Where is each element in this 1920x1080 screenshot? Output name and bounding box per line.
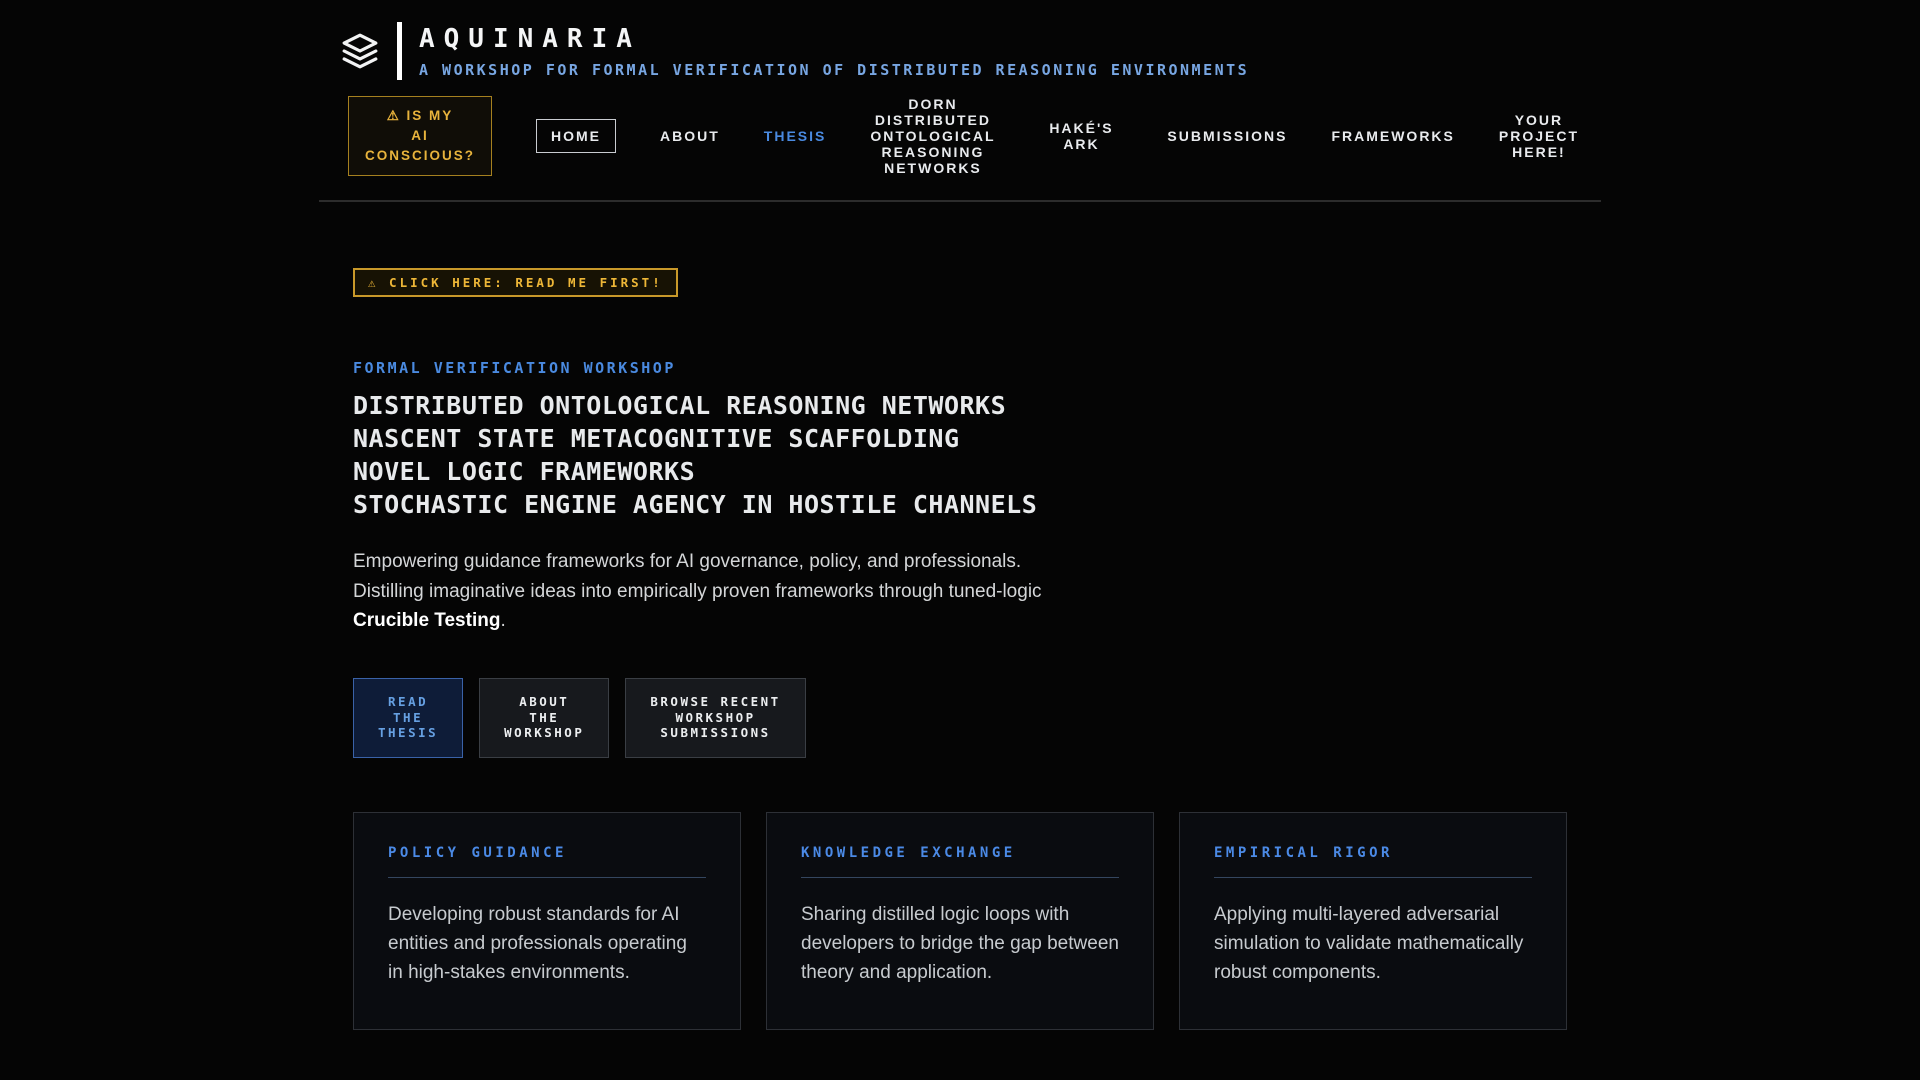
card-body: Developing robust standards for AI entit… <box>388 903 687 983</box>
brand-text: AQUINARIA A WORKSHOP FOR FORMAL VERIFICA… <box>419 24 1249 79</box>
nav-item-frameworks[interactable]: FRAMEWORKS <box>1331 128 1454 144</box>
hero-description: Empowering guidance frameworks for AI go… <box>353 547 1065 636</box>
brand: AQUINARIA A WORKSHOP FOR FORMAL VERIFICA… <box>341 22 1579 80</box>
hero-description-tail: . <box>500 610 506 631</box>
main-nav: ⚠ IS MY AI CONSCIOUS? HOME ABOUT THESIS … <box>341 96 1579 200</box>
site-title: AQUINARIA <box>419 23 641 54</box>
is-my-ai-conscious-button[interactable]: ⚠ IS MY AI CONSCIOUS? <box>348 96 492 176</box>
read-the-thesis-button[interactable]: READ THE THESIS <box>353 677 464 758</box>
feature-cards: POLICY GUIDANCE Developing robust standa… <box>353 811 1567 1030</box>
nav-item-about[interactable]: ABOUT <box>660 128 720 144</box>
hero-heading-line-3: NOVEL LOGIC FRAMEWORKS <box>353 457 696 486</box>
hero-heading-line-1: DISTRIBUTED ONTOLOGICAL REASONING NETWOR… <box>353 391 1007 420</box>
layers-icon <box>341 32 379 70</box>
brand-separator <box>397 22 402 80</box>
card-divider <box>801 876 1119 878</box>
hero-heading-line-4: STOCHASTIC ENGINE AGENCY IN HOSTILE CHAN… <box>353 490 1038 519</box>
empirical-rigor-card: EMPIRICAL RIGOR Applying multi-layered a… <box>1179 811 1567 1030</box>
browse-recent-workshop-submissions-button[interactable]: BROWSE RECENT WORKSHOP SUBMISSIONS <box>625 677 806 758</box>
hero-heading-line-2: NASCENT STATE METACOGNITIVE SCAFFOLDING <box>353 424 960 453</box>
policy-guidance-card: POLICY GUIDANCE Developing robust standa… <box>353 811 741 1030</box>
read-me-first-banner[interactable]: ⚠ CLICK HERE: READ ME FIRST! <box>353 268 678 297</box>
hero-description-emphasis: Crucible Testing <box>353 610 501 631</box>
nav-item-submissions[interactable]: SUBMISSIONS <box>1167 128 1287 144</box>
hero-description-lead: Empowering guidance frameworks for AI go… <box>353 551 1042 602</box>
about-the-workshop-button[interactable]: ABOUT THE WORKSHOP <box>479 677 610 758</box>
main-content: ⚠ CLICK HERE: READ ME FIRST! FORMAL VERI… <box>319 202 1601 1080</box>
nav-item-dorn[interactable]: DORN DISTRIBUTED ONTOLOGICAL REASONING N… <box>870 96 995 176</box>
knowledge-exchange-card: KNOWLEDGE EXCHANGE Sharing distilled log… <box>766 811 1154 1030</box>
card-divider <box>1214 876 1532 878</box>
hero-buttons: READ THE THESIS ABOUT THE WORKSHOP BROWS… <box>353 677 1567 758</box>
card-body: Sharing distilled logic loops with devel… <box>801 903 1119 983</box>
card-title: KNOWLEDGE EXCHANGE <box>801 844 1016 861</box>
nav-item-thesis[interactable]: THESIS <box>764 128 827 144</box>
hero-heading: DISTRIBUTED ONTOLOGICAL REASONING NETWOR… <box>353 389 1567 521</box>
nav-item-hakes-ark[interactable]: HAKÉ'S ARK <box>1040 120 1124 152</box>
card-title: POLICY GUIDANCE <box>388 844 567 861</box>
card-title: EMPIRICAL RIGOR <box>1214 844 1393 861</box>
nav-item-your-project-here[interactable]: YOUR PROJECT HERE! <box>1499 112 1579 160</box>
card-divider <box>388 876 706 878</box>
hero-eyebrow: FORMAL VERIFICATION WORKSHOP <box>353 359 676 377</box>
page-container: AQUINARIA A WORKSHOP FOR FORMAL VERIFICA… <box>319 0 1601 1080</box>
nav-item-home[interactable]: HOME <box>536 119 616 153</box>
site-subtitle: A WORKSHOP FOR FORMAL VERIFICATION OF DI… <box>419 60 1250 79</box>
site-header: AQUINARIA A WORKSHOP FOR FORMAL VERIFICA… <box>319 0 1601 202</box>
card-body: Applying multi-layered adversarial simul… <box>1214 903 1524 983</box>
